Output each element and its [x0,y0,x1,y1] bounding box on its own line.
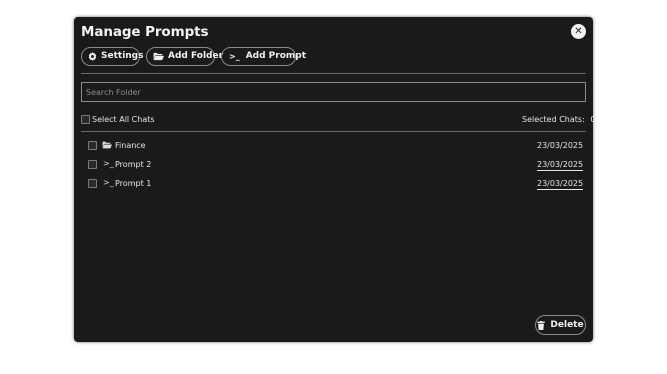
settings-label: Settings [101,51,144,61]
delete-button[interactable]: Delete [535,315,586,335]
manage-prompts-modal: Manage Prompts ✕ Settings Add Folder >_ … [74,17,595,342]
selected-chats-label: Selected Chats: [522,115,585,124]
item-date[interactable]: 23/03/2025 [537,179,584,190]
close-button[interactable]: ✕ [571,24,586,39]
search-input[interactable] [81,82,586,102]
terminal-prompt-icon: >_ [103,178,114,187]
modal-title: Manage Prompts [81,24,209,40]
row-checkbox[interactable] [88,160,97,169]
folder-open-icon [102,141,112,151]
item-date[interactable]: 23/03/2025 [537,160,584,171]
folder-open-icon [153,52,164,61]
row-checkbox[interactable] [88,179,97,188]
selected-chats-counter: Selected Chats: 0 [522,115,595,124]
select-all-label: Select All Chats [92,115,155,124]
terminal-prompt-icon: >_ [103,159,114,168]
add-folder-label: Add Folder [168,51,224,61]
add-prompt-label: Add Prompt [245,51,307,61]
item-name: Finance [115,141,146,150]
item-name: Prompt 2 [115,160,152,169]
delete-label: Delete [550,320,584,330]
item-name: Prompt 1 [115,179,152,188]
add-prompt-button[interactable]: >_ Add Prompt [221,47,306,66]
add-folder-button[interactable]: Add Folder [146,47,223,66]
selected-chats-count: 0 [590,115,596,124]
gear-icon [88,52,97,61]
select-all-checkbox[interactable] [81,115,90,124]
trash-icon [537,320,546,330]
settings-button[interactable]: Settings [81,47,144,66]
item-date: 23/03/2025 [537,141,584,150]
toolbar-divider [81,73,586,74]
row-checkbox[interactable] [88,141,97,150]
close-icon: ✕ [574,26,583,37]
list-divider [81,131,586,132]
terminal-prompt-icon: >_ [229,52,240,61]
